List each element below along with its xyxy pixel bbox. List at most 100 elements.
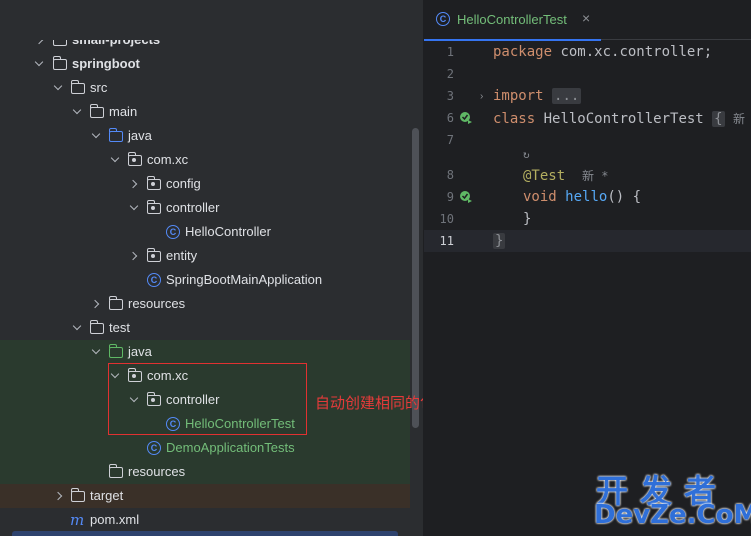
chevron-right-icon[interactable] bbox=[53, 491, 63, 501]
close-icon[interactable]: × bbox=[582, 10, 590, 26]
chevron-down-icon[interactable] bbox=[129, 201, 139, 211]
folder-icon bbox=[70, 80, 86, 96]
author-hint[interactable]: 新 * bbox=[733, 112, 751, 126]
line-number: 3 bbox=[446, 89, 454, 103]
editor-pane[interactable]: C HelloControllerTest × 1 2 3 6 7 8 9 10… bbox=[424, 0, 751, 536]
fold-arrow-icon[interactable]: › bbox=[480, 91, 483, 102]
code-line[interactable]: class HelloControllerTest { 新 * bbox=[493, 110, 751, 127]
test-folder-icon bbox=[108, 344, 124, 360]
code-line[interactable]: import ... bbox=[493, 88, 582, 104]
header-background bbox=[0, 0, 423, 40]
code-line[interactable]: } bbox=[523, 211, 531, 227]
tree-row-springboot[interactable]: springboot bbox=[0, 52, 410, 76]
code-line[interactable]: @Test 新 * bbox=[523, 167, 608, 184]
method-name: hello bbox=[565, 189, 608, 205]
tab-hello-controller-test[interactable]: C HelloControllerTest × bbox=[424, 0, 601, 41]
tree-label: DemoApplicationTests bbox=[166, 440, 295, 455]
run-test-icon[interactable] bbox=[459, 190, 473, 204]
line-number: 8 bbox=[446, 168, 454, 182]
tree-row-src[interactable]: src bbox=[0, 76, 410, 100]
chevron-down-icon[interactable] bbox=[34, 57, 44, 67]
tree-row-java[interactable]: java bbox=[0, 124, 410, 148]
tree-row-entity[interactable]: entity bbox=[0, 244, 410, 268]
annotation-highlight-box bbox=[108, 363, 307, 435]
tree-label: main bbox=[109, 104, 138, 119]
tree-label: resources bbox=[128, 296, 186, 311]
run-test-icon[interactable] bbox=[459, 111, 473, 125]
tree-row-pom-xml[interactable]: m pom.xml bbox=[0, 508, 410, 532]
code-text: } bbox=[493, 233, 506, 249]
keyword: package bbox=[493, 44, 553, 60]
line-number: 1 bbox=[446, 45, 454, 59]
resources-folder-icon bbox=[108, 296, 124, 312]
tree-label: src bbox=[90, 80, 108, 95]
tab-label: HelloControllerTest bbox=[457, 12, 567, 27]
tree-row-controller[interactable]: controller bbox=[0, 196, 410, 220]
line-number: 9 bbox=[446, 190, 454, 204]
annotation-text: 自动创建相同的包结构 bbox=[315, 395, 423, 412]
keyword: import bbox=[493, 88, 544, 104]
annotation: @Test bbox=[523, 168, 566, 184]
tree-label: pom.xml bbox=[90, 512, 140, 527]
chevron-down-icon[interactable] bbox=[72, 105, 82, 115]
tree-label: HelloController bbox=[185, 224, 271, 239]
tree-row-main[interactable]: main bbox=[0, 100, 410, 124]
usages-icon[interactable]: ↻ bbox=[523, 148, 530, 161]
tree-row-com-xc[interactable]: com.xc bbox=[0, 148, 410, 172]
tree-row-test[interactable]: test bbox=[0, 316, 410, 340]
selected-row-highlight bbox=[12, 531, 398, 536]
chevron-down-icon[interactable] bbox=[91, 129, 101, 139]
tree-row-resources-test[interactable]: resources bbox=[0, 460, 410, 484]
vertical-scrollbar[interactable] bbox=[412, 128, 419, 428]
class-name: HelloControllerTest bbox=[535, 111, 713, 127]
test-resources-icon bbox=[108, 464, 124, 480]
chevron-down-icon[interactable] bbox=[53, 81, 63, 91]
tree-row-hello-controller[interactable]: C HelloController bbox=[0, 220, 410, 244]
current-line-highlight bbox=[424, 230, 751, 252]
editor-tab-bar: C HelloControllerTest × bbox=[424, 0, 751, 41]
tree-label: controller bbox=[166, 200, 220, 215]
tree-label: resources bbox=[128, 464, 186, 479]
code-line[interactable]: void hello() { bbox=[523, 189, 641, 205]
code-line[interactable]: package com.xc.controller; bbox=[493, 44, 712, 60]
tree-row-demo-application-tests[interactable]: C DemoApplicationTests bbox=[0, 436, 410, 460]
chevron-right-icon[interactable] bbox=[128, 251, 138, 261]
source-folder-icon bbox=[108, 128, 124, 144]
tree-label: test bbox=[109, 320, 130, 335]
tree-row-target[interactable]: target bbox=[0, 484, 410, 508]
chevron-down-icon[interactable] bbox=[72, 321, 82, 331]
folded-imports[interactable]: ... bbox=[552, 88, 582, 104]
folder-icon bbox=[70, 488, 86, 504]
tree-row-resources-main[interactable]: resources bbox=[0, 292, 410, 316]
chevron-right-icon[interactable] bbox=[90, 299, 100, 309]
code-text: () { bbox=[607, 189, 642, 205]
tree-label: entity bbox=[166, 248, 198, 263]
line-number: 7 bbox=[446, 133, 454, 147]
tree-row-java-test[interactable]: java bbox=[0, 340, 410, 364]
chevron-down-icon[interactable] bbox=[110, 153, 120, 163]
folder-icon bbox=[89, 320, 105, 336]
chevron-down-icon[interactable] bbox=[91, 345, 101, 355]
tree-label: springboot bbox=[72, 56, 140, 71]
tree-row-spring-boot-main-application[interactable]: C SpringBootMainApplication bbox=[0, 268, 410, 292]
chevron-right-icon[interactable] bbox=[128, 179, 138, 189]
line-number: 11 bbox=[439, 234, 454, 248]
brace: { bbox=[712, 111, 725, 127]
line-number: 6 bbox=[446, 111, 454, 125]
tree-row-config[interactable]: config bbox=[0, 172, 410, 196]
author-hint[interactable]: 新 * bbox=[582, 169, 608, 183]
watermark-logo-bottom: DevZe.CoM bbox=[594, 500, 751, 530]
package-icon bbox=[146, 200, 162, 216]
test-class-icon: C bbox=[436, 12, 450, 26]
tree-label: target bbox=[90, 488, 124, 503]
keyword: class bbox=[493, 111, 536, 127]
code-text: } bbox=[523, 211, 532, 227]
spring-class-icon: C bbox=[146, 272, 162, 288]
folder-icon bbox=[89, 104, 105, 120]
tree-label: java bbox=[128, 128, 152, 143]
project-tool-window: 项目 ⊕ ⇕ ✕ ⋮ — small-projects springboot s… bbox=[0, 0, 423, 536]
line-number: 2 bbox=[446, 67, 454, 81]
tree-label: java bbox=[128, 344, 152, 359]
code-line[interactable]: } bbox=[493, 233, 506, 249]
active-tab-indicator bbox=[424, 39, 601, 41]
